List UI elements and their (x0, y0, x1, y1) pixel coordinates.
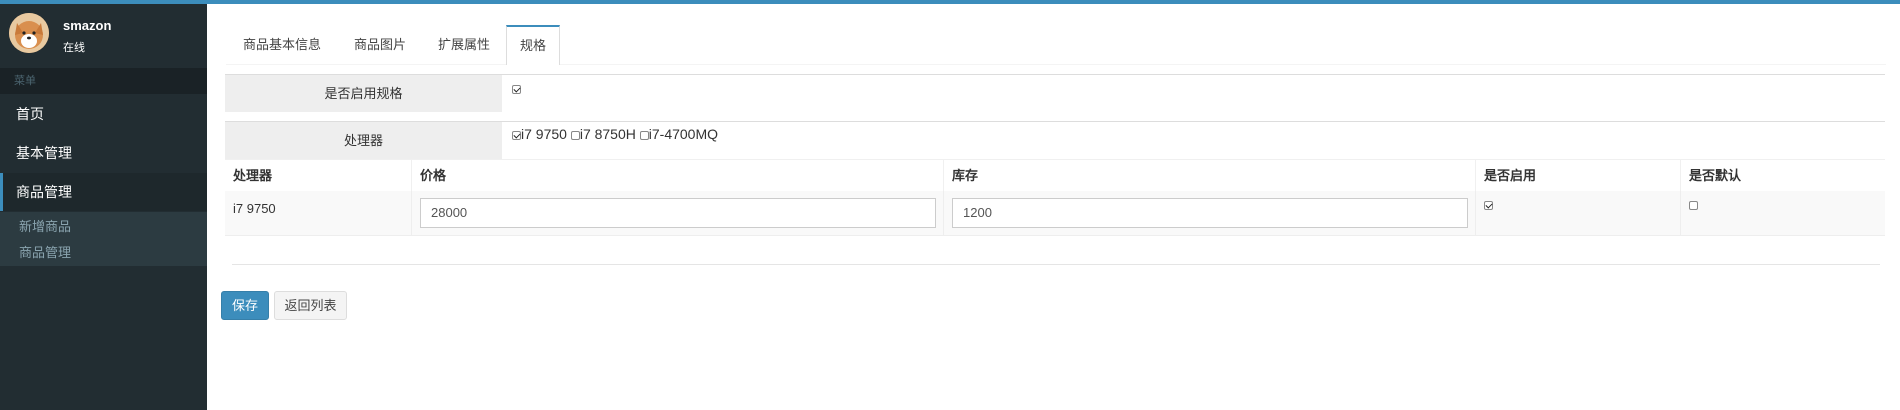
menu-header: 菜单 (0, 68, 207, 94)
sku-table-header: 处理器 价格 库存 是否启用 是否默认 (225, 159, 1885, 192)
processor-label: 处理器 (225, 122, 502, 159)
col-enabled: 是否启用 (1475, 160, 1680, 192)
enable-spec-value (512, 81, 521, 96)
option-checkbox[interactable] (512, 130, 521, 140)
username: smazon (63, 18, 112, 33)
col-price: 价格 (411, 160, 943, 192)
cell-enabled (1475, 191, 1680, 236)
top-accent-bar (0, 0, 1900, 4)
avatar (9, 13, 49, 53)
tab-basic-info[interactable]: 商品基本信息 (226, 25, 338, 65)
processor-options: i7 9750 i7 8750H i7-4700MQ (512, 126, 718, 142)
enabled-checkbox[interactable] (1484, 201, 1493, 210)
save-button[interactable]: 保存 (221, 291, 269, 320)
form-divider (232, 264, 1880, 265)
option-label: i7 9750 (521, 126, 567, 142)
submenu-item-add-goods[interactable]: 新增商品 (19, 216, 71, 235)
option-label: i7 8750H (579, 126, 636, 142)
sidebar-item-goods[interactable]: 商品管理 (0, 173, 207, 211)
col-default: 是否默认 (1680, 160, 1885, 192)
user-status: 在线 (63, 42, 85, 54)
cell-stock: 1200 (943, 191, 1475, 236)
option-checkbox[interactable] (639, 130, 649, 140)
submenu: 新增商品 商品管理 (0, 212, 207, 266)
option-checkbox[interactable] (570, 130, 580, 140)
enable-spec-row: 是否启用规格 (225, 74, 1885, 112)
user-panel: smazon 在线 (0, 4, 207, 63)
table-row: i7 9750 28000 1200 (225, 191, 1885, 236)
cell-price: 28000 (411, 191, 943, 236)
price-input[interactable]: 28000 (420, 198, 936, 228)
processor-row: 处理器 i7 9750 i7 8750H i7-4700MQ (225, 121, 1885, 159)
default-checkbox[interactable] (1689, 201, 1698, 210)
col-processor: 处理器 (233, 168, 273, 183)
enable-spec-label: 是否启用规格 (225, 75, 502, 112)
stock-input[interactable]: 1200 (952, 198, 1468, 228)
tab-images[interactable]: 商品图片 (338, 25, 422, 65)
back-to-list-button[interactable]: 返回列表 (274, 291, 347, 320)
sidebar-item-home[interactable]: 首页 (0, 95, 207, 133)
tab-bar: 商品基本信息 商品图片 扩展属性 规格 (226, 25, 1886, 65)
cell-processor: i7 9750 (233, 201, 276, 216)
tab-ext-attrs[interactable]: 扩展属性 (422, 25, 506, 65)
enable-spec-checkbox[interactable] (512, 85, 521, 95)
cell-default (1680, 191, 1885, 236)
sidebar: smazon 在线 菜单 首页 基本管理 商品管理 新增商品 商品管理 (0, 4, 207, 410)
submenu-item-goods-manage[interactable]: 商品管理 (19, 242, 71, 261)
tab-spec[interactable]: 规格 (506, 25, 560, 65)
sidebar-item-basic[interactable]: 基本管理 (0, 134, 207, 172)
option-label: i7-4700MQ (648, 126, 719, 142)
col-stock: 库存 (943, 160, 1475, 192)
